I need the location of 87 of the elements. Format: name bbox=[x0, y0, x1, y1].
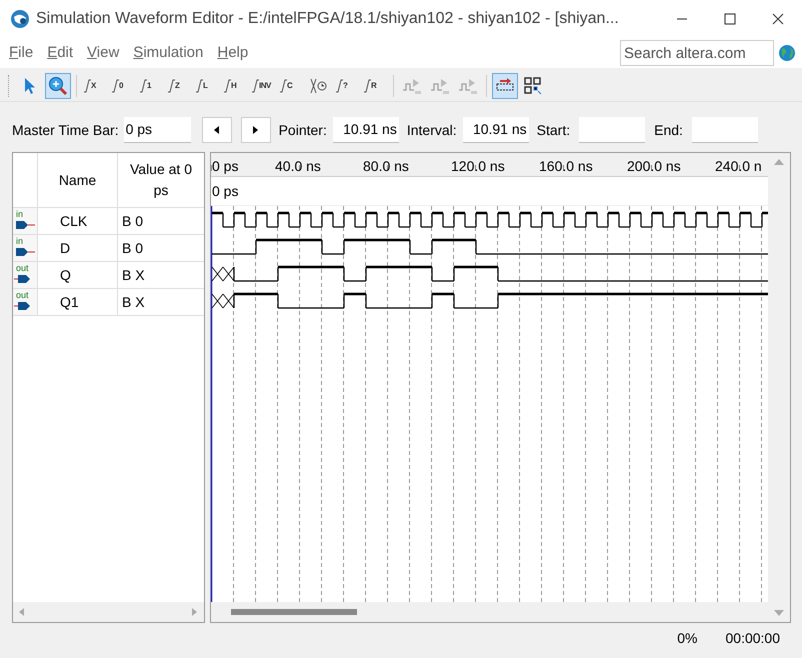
value-tool-button[interactable]: X bbox=[82, 72, 108, 98]
button-label: X bbox=[91, 82, 96, 90]
elapsed-time: 00:00:00 bbox=[726, 628, 780, 648]
cursor-time-label: 0 ps bbox=[212, 182, 238, 201]
menu-item[interactable]: Simulation bbox=[126, 42, 210, 64]
left-arrow-icon bbox=[214, 126, 220, 134]
field-label: Start: bbox=[536, 120, 570, 140]
field-label: Pointer: bbox=[278, 120, 327, 140]
wave-step-icon bbox=[252, 78, 259, 94]
value-tool-button[interactable]: INV bbox=[250, 72, 276, 98]
button-label: Z bbox=[175, 82, 180, 90]
wave-step-icon bbox=[224, 78, 231, 94]
zoom-tool-button[interactable] bbox=[45, 72, 71, 98]
interval-time-field[interactable]: 10.91 ns bbox=[462, 117, 529, 143]
signal-value: B 0 bbox=[121, 238, 144, 258]
pointer-time-field[interactable]: 10.91 ns bbox=[332, 117, 399, 143]
time-label: 240.0 n bbox=[715, 157, 762, 176]
wave-step-icon bbox=[336, 78, 343, 94]
button-label: INV bbox=[259, 82, 271, 90]
button-label: C bbox=[287, 82, 292, 90]
signal-name: Q bbox=[38, 262, 118, 288]
horizontal-scrollbar[interactable] bbox=[211, 602, 768, 622]
wave-step-icon bbox=[196, 78, 203, 94]
column-header: Name bbox=[38, 153, 118, 207]
button-label: L bbox=[203, 82, 208, 90]
vertical-scrollbar[interactable] bbox=[768, 153, 790, 622]
scroll-right-icon[interactable] bbox=[192, 608, 198, 616]
wave-step-icon bbox=[168, 78, 175, 94]
search-field[interactable]: Search altera.com bbox=[620, 40, 774, 66]
field-label: End: bbox=[654, 120, 683, 140]
button-label: ? bbox=[343, 82, 348, 90]
button-label: 1 bbox=[147, 82, 151, 90]
wave-step-icon bbox=[280, 78, 287, 94]
start-time-field[interactable] bbox=[579, 117, 646, 143]
snap-to-grid-button[interactable] bbox=[492, 72, 518, 98]
time-label: 160.0 ns bbox=[539, 157, 593, 176]
horizontal-scrollbar[interactable] bbox=[13, 602, 204, 622]
progress-text: 0% bbox=[677, 628, 698, 648]
time-label: 80.0 ns bbox=[363, 157, 409, 176]
scroll-up-icon[interactable] bbox=[774, 159, 784, 165]
signal-value: B X bbox=[121, 292, 146, 312]
column-header: Value at 0 ps bbox=[129, 160, 193, 200]
time-label: 120.0 ns bbox=[451, 157, 505, 176]
value-tool-button[interactable]: C bbox=[278, 72, 304, 98]
time-label: 200.0 ns bbox=[627, 157, 681, 176]
button-label: R bbox=[371, 82, 376, 90]
menu-item[interactable]: Help bbox=[210, 42, 256, 64]
menu-item[interactable]: File bbox=[2, 42, 40, 64]
value-tool-button[interactable]: L bbox=[194, 72, 220, 98]
wave-step-icon bbox=[364, 78, 371, 94]
previous-button[interactable] bbox=[202, 117, 232, 143]
time-cursor[interactable] bbox=[211, 206, 212, 602]
wave-step-icon bbox=[84, 78, 91, 94]
time-label: 0 ps bbox=[212, 157, 238, 176]
button-label: 0 bbox=[119, 82, 123, 90]
value-tool-button[interactable]: H bbox=[222, 72, 248, 98]
value-tool-button[interactable]: ? bbox=[334, 72, 360, 98]
right-arrow-icon bbox=[252, 126, 259, 134]
menu-item[interactable]: Edit bbox=[40, 42, 80, 64]
field-label: Master Time Bar: bbox=[12, 120, 119, 140]
value-tool-button[interactable]: 0 bbox=[110, 72, 136, 98]
zoom-icon bbox=[48, 76, 68, 96]
value-tool-button[interactable]: R bbox=[362, 72, 388, 98]
signal-name: D bbox=[38, 235, 118, 261]
signal-value: B 0 bbox=[121, 212, 144, 230]
wave-step-icon bbox=[112, 78, 119, 94]
scroll-left-icon[interactable] bbox=[19, 608, 25, 616]
app-logo-icon bbox=[10, 9, 30, 29]
maximize-icon bbox=[724, 13, 736, 25]
grid-icon bbox=[523, 76, 543, 96]
scroll-down-icon[interactable] bbox=[774, 610, 784, 616]
time-label: 40.0 ns bbox=[275, 157, 321, 176]
signal-value: B X bbox=[121, 266, 146, 284]
next-button[interactable] bbox=[240, 117, 271, 143]
master-time-field[interactable]: 0 ps bbox=[124, 117, 191, 143]
field-label: Interval: bbox=[406, 120, 457, 140]
menu-item[interactable]: View bbox=[80, 42, 126, 64]
close-icon bbox=[772, 13, 784, 25]
window-title: Simulation Waveform Editor - E:/intelFPGA/18.1/shiyan102 - shiyan102 - [shiyan... bbox=[36, 9, 619, 29]
button-label: H bbox=[231, 82, 236, 90]
value-tool-button[interactable]: 1 bbox=[138, 72, 164, 98]
end-time-field[interactable] bbox=[692, 117, 758, 143]
globe-icon[interactable] bbox=[778, 44, 796, 62]
value-tool-button[interactable]: Z bbox=[166, 72, 192, 98]
signal-name: Q1 bbox=[38, 289, 118, 315]
wave-step-icon bbox=[140, 78, 147, 94]
signal-name: CLK bbox=[38, 208, 118, 234]
